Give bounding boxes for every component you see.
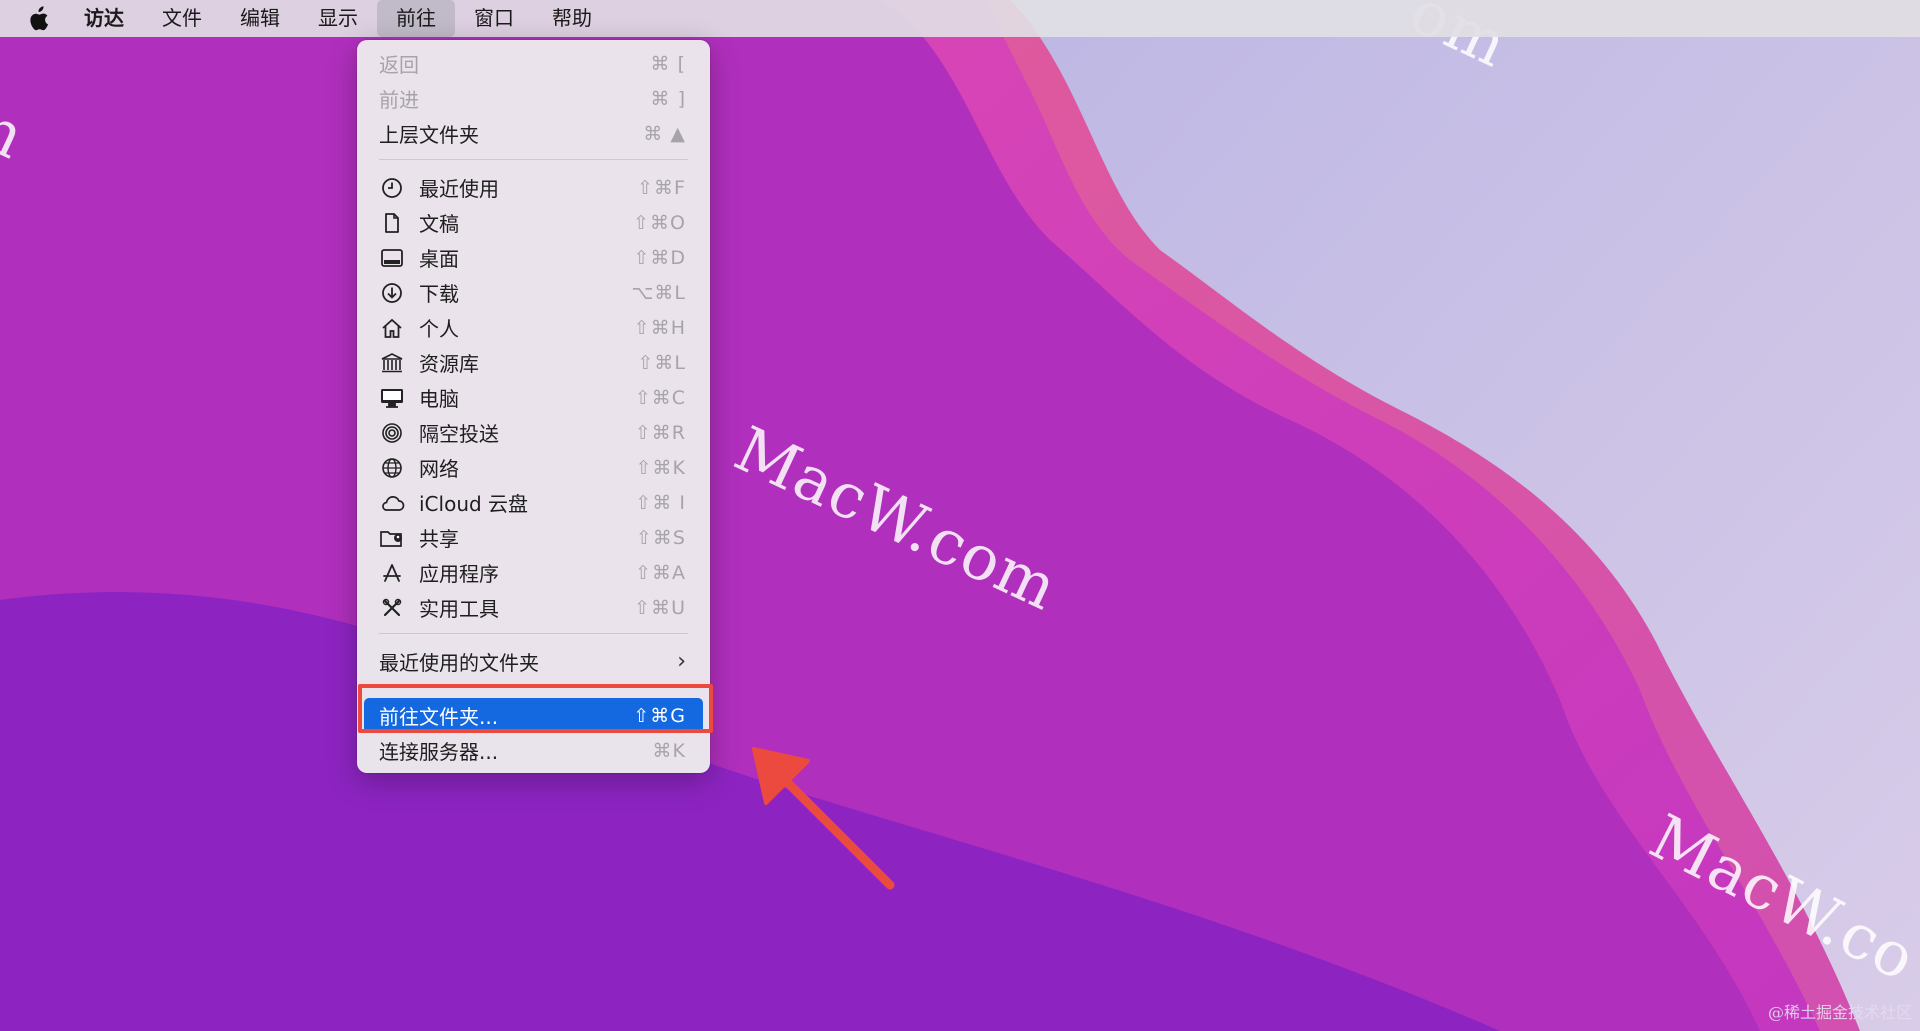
menu-item-forward[interactable]: 前进 ⌘ ] (357, 81, 710, 116)
menu-item-back[interactable]: 返回 ⌘ [ (357, 46, 710, 81)
menu-item-shortcut: ⇧⌘D (633, 246, 686, 269)
menu-item-label: 实用工具 (419, 597, 499, 621)
go-menu-dropdown: 返回 ⌘ [ 前进 ⌘ ] 上层文件夹 ⌘ ▲ 最近使用 ⇧⌘F 文稿 ⇧⌘O (357, 40, 710, 773)
apple-logo-icon[interactable] (26, 5, 50, 33)
menubar-help[interactable]: 帮助 (533, 0, 611, 37)
menu-item-label: 网络 (419, 457, 459, 481)
chevron-right-icon: › (677, 649, 686, 674)
menu-item-icloud[interactable]: iCloud 云盘 ⇧⌘ I (357, 485, 710, 520)
menu-item-shortcut: ⇧⌘S (636, 526, 686, 549)
desktop: m om MacW.com MacW.co @稀土掘金技术社区 访达 文件 编辑… (0, 0, 1920, 1031)
desktop-icon (379, 245, 405, 271)
menu-item-network[interactable]: 网络 ⇧⌘K (357, 450, 710, 485)
utilities-icon (379, 595, 405, 621)
menu-item-shortcut: ⌘K (652, 739, 686, 762)
menu-item-label: 桌面 (419, 247, 459, 271)
menu-item-label: 应用程序 (419, 562, 499, 586)
menu-item-label: 最近使用 (419, 177, 499, 201)
menu-item-label: 电脑 (419, 387, 459, 411)
applications-icon (379, 560, 405, 586)
menu-item-label: 最近使用的文件夹 (379, 651, 539, 675)
menu-item-recents[interactable]: 最近使用 ⇧⌘F (357, 170, 710, 205)
menu-item-library[interactable]: 资源库 ⇧⌘L (357, 345, 710, 380)
annotation-arrow-icon (752, 747, 895, 890)
menu-item-shortcut: ⇧⌘G (633, 704, 686, 727)
menu-item-shortcut: ⇧⌘H (633, 316, 686, 339)
menu-item-enclosing-folder[interactable]: 上层文件夹 ⌘ ▲ (357, 116, 710, 151)
menubar-finder[interactable]: 访达 (80, 0, 143, 37)
menu-item-shortcut: ⇧⌘F (637, 176, 686, 199)
library-icon (379, 350, 405, 376)
menu-item-desktop[interactable]: 桌面 ⇧⌘D (357, 240, 710, 275)
menu-separator (379, 159, 688, 160)
menu-item-shortcut: ⇧⌘U (634, 596, 686, 619)
menu-item-shared[interactable]: 共享 ⇧⌘S (357, 520, 710, 555)
menu-item-label: 返回 (379, 53, 419, 77)
menu-item-shortcut: ⇧⌘A (635, 561, 686, 584)
menu-item-label: 连接服务器... (379, 740, 499, 764)
menu-item-go-to-folder[interactable]: 前往文件夹... ⇧⌘G (364, 698, 703, 733)
download-icon (379, 280, 405, 306)
menu-item-shortcut: ⌘ ▲ (643, 122, 686, 145)
menu-item-label: iCloud 云盘 (419, 492, 529, 516)
menu-item-label: 文稿 (419, 212, 459, 236)
menu-item-label: 隔空投送 (419, 422, 499, 446)
airdrop-icon (379, 420, 405, 446)
menubar-view[interactable]: 显示 (299, 0, 377, 37)
menu-item-label: 前进 (379, 88, 419, 112)
menu-item-label: 前往文件夹... (379, 705, 499, 729)
menu-item-applications[interactable]: 应用程序 ⇧⌘A (357, 555, 710, 590)
menubar-edit[interactable]: 编辑 (221, 0, 299, 37)
clock-icon (379, 175, 405, 201)
menu-item-label: 上层文件夹 (379, 123, 479, 147)
menu-separator (379, 633, 688, 634)
document-icon (379, 210, 405, 236)
menu-item-shortcut: ⌥⌘L (631, 281, 686, 304)
menu-item-shortcut: ⌘ ] (650, 87, 686, 110)
menu-item-label: 下载 (419, 282, 459, 306)
menu-item-label: 个人 (419, 317, 459, 341)
menu-item-shortcut: ⇧⌘ I (635, 491, 686, 514)
menu-item-connect-server[interactable]: 连接服务器... ⌘K (357, 733, 710, 768)
network-icon (379, 455, 405, 481)
menu-bar: 访达 文件 编辑 显示 前往 窗口 帮助 (0, 0, 1920, 37)
menu-item-shortcut: ⇧⌘O (633, 211, 686, 234)
menu-item-shortcut: ⇧⌘R (634, 421, 686, 444)
shared-folder-icon (379, 525, 405, 551)
menu-item-recent-folders[interactable]: 最近使用的文件夹 › (357, 644, 710, 679)
menubar-go[interactable]: 前往 (377, 0, 455, 37)
menubar-window[interactable]: 窗口 (455, 0, 533, 37)
menu-item-shortcut: ⇧⌘K (635, 456, 686, 479)
menu-item-computer[interactable]: 电脑 ⇧⌘C (357, 380, 710, 415)
menu-item-label: 资源库 (419, 352, 479, 376)
credit-watermark: @稀土掘金技术社区 (1767, 1003, 1912, 1022)
menu-item-shortcut: ⇧⌘L (637, 351, 686, 374)
menu-separator (379, 687, 688, 688)
computer-icon (379, 385, 405, 411)
menu-item-shortcut: ⇧⌘C (634, 386, 686, 409)
menu-item-shortcut: ⌘ [ (650, 52, 686, 75)
menu-item-documents[interactable]: 文稿 ⇧⌘O (357, 205, 710, 240)
home-icon (379, 315, 405, 341)
menu-item-label: 共享 (419, 527, 459, 551)
menu-item-airdrop[interactable]: 隔空投送 ⇧⌘R (357, 415, 710, 450)
menu-item-home[interactable]: 个人 ⇧⌘H (357, 310, 710, 345)
icloud-icon (379, 490, 405, 516)
menu-item-downloads[interactable]: 下载 ⌥⌘L (357, 275, 710, 310)
menu-item-utilities[interactable]: 实用工具 ⇧⌘U (357, 590, 710, 625)
menubar-file[interactable]: 文件 (143, 0, 221, 37)
